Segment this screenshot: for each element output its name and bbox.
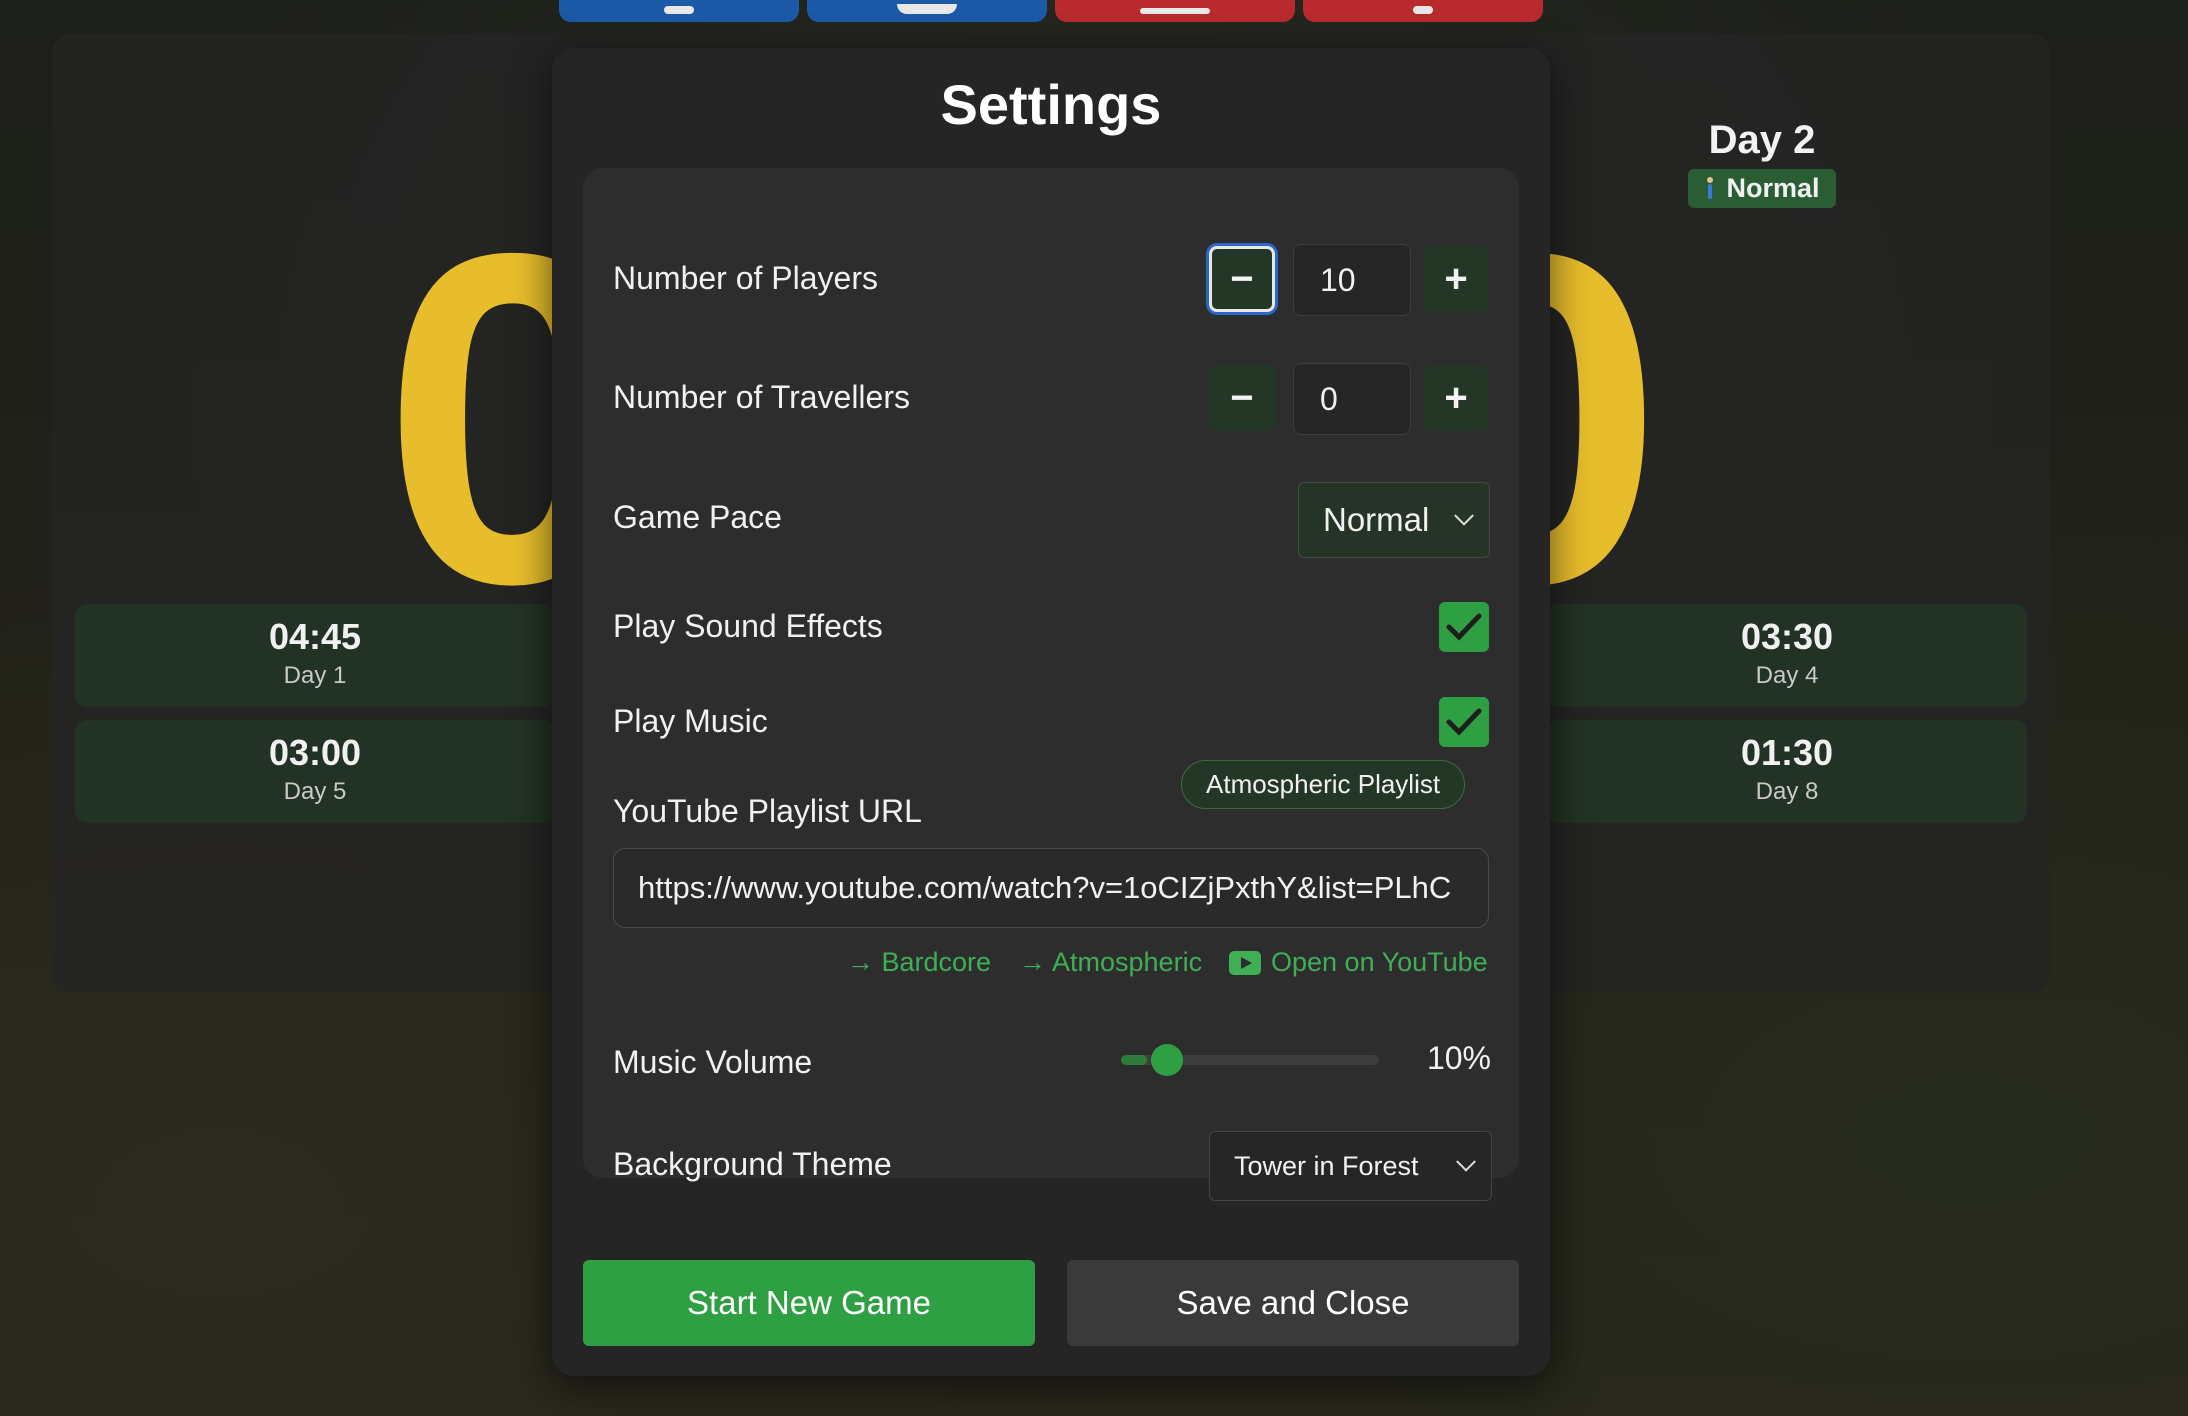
time-card[interactable]: 03:00 Day 5 bbox=[75, 720, 555, 823]
volume-label: Music Volume bbox=[613, 1044, 813, 1080]
travellers-label: Number of Travellers bbox=[613, 379, 910, 415]
players-label: Number of Players bbox=[613, 260, 878, 296]
time-card-time: 03:30 bbox=[1740, 616, 1834, 657]
music-label: Play Music bbox=[613, 703, 768, 739]
players-decrement-button[interactable]: − bbox=[1209, 246, 1275, 312]
day-indicator: Day 2 Normal bbox=[1677, 118, 1847, 208]
bardcore-link[interactable]: → Bardcore bbox=[847, 947, 991, 978]
time-card[interactable]: 01:30 Day 8 bbox=[1547, 720, 2027, 823]
walking-person-icon bbox=[1704, 176, 1716, 201]
modal-title: Settings bbox=[940, 73, 1162, 136]
theme-label: Background Theme bbox=[613, 1146, 892, 1182]
volume-slider[interactable] bbox=[1121, 1044, 1379, 1076]
playlist-tooltip: Atmospheric Playlist bbox=[1181, 760, 1466, 809]
players-value[interactable]: 10 bbox=[1293, 244, 1411, 316]
pace-badge-label: Normal bbox=[1726, 173, 1820, 203]
theme-select-value: Tower in Forest bbox=[1234, 1150, 1419, 1181]
start-new-game-button[interactable]: Start New Game bbox=[583, 1260, 1035, 1346]
team-tab-3[interactable] bbox=[1055, 0, 1295, 22]
time-card-day: Day 8 bbox=[1755, 778, 1819, 805]
team-tab-1[interactable] bbox=[559, 0, 799, 22]
playlist-label: YouTube Playlist URL bbox=[613, 793, 922, 829]
checkmark-icon bbox=[1446, 708, 1482, 736]
atmospheric-link[interactable]: → Atmospheric bbox=[1019, 947, 1202, 978]
music-checkbox[interactable] bbox=[1439, 697, 1489, 747]
open-youtube-label: Open on YouTube bbox=[1271, 947, 1488, 977]
time-card-time: 03:00 bbox=[268, 732, 362, 773]
time-card-day: Day 1 bbox=[283, 662, 347, 689]
time-card[interactable]: 03:30 Day 4 bbox=[1547, 604, 2027, 707]
settings-modal: Settings Number of Players − 10 + Number… bbox=[552, 48, 1550, 1376]
time-card[interactable]: 04:45 Day 1 bbox=[75, 604, 555, 707]
time-card-time: 01:30 bbox=[1740, 732, 1834, 773]
save-and-close-button[interactable]: Save and Close bbox=[1067, 1260, 1519, 1346]
time-card-time: 04:45 bbox=[268, 616, 362, 657]
sound-label: Play Sound Effects bbox=[613, 608, 883, 644]
pace-badge: Normal bbox=[1688, 169, 1836, 208]
volume-value: 10% bbox=[1426, 1040, 1491, 1076]
sound-checkbox[interactable] bbox=[1439, 602, 1489, 652]
pace-select[interactable]: Normal bbox=[1298, 482, 1490, 558]
travellers-value[interactable]: 0 bbox=[1293, 363, 1411, 435]
players-increment-button[interactable]: + bbox=[1423, 246, 1489, 312]
settings-card: Number of Players − 10 + Number of Trave… bbox=[583, 168, 1519, 1201]
checkmark-icon bbox=[1446, 613, 1482, 641]
volume-slider-fill bbox=[1121, 1055, 1147, 1065]
team-tab-2[interactable] bbox=[807, 0, 1047, 22]
pace-select-value: Normal bbox=[1323, 501, 1430, 538]
team-tab-4[interactable] bbox=[1303, 0, 1543, 22]
chevron-down-icon bbox=[1456, 1151, 1476, 1172]
playlist-url-input[interactable]: https://www.youtube.com/watch?v=1oCIZjPx… bbox=[613, 848, 1489, 928]
pace-label: Game Pace bbox=[613, 499, 782, 535]
travellers-increment-button[interactable]: + bbox=[1423, 365, 1489, 431]
time-card-day: Day 5 bbox=[283, 778, 347, 805]
theme-select[interactable]: Tower in Forest bbox=[1209, 1131, 1492, 1201]
travellers-decrement-button[interactable]: − bbox=[1209, 365, 1275, 431]
time-card-day: Day 4 bbox=[1755, 662, 1819, 689]
chevron-down-icon bbox=[1454, 505, 1474, 526]
youtube-icon bbox=[1229, 950, 1261, 975]
volume-slider-thumb[interactable] bbox=[1150, 1044, 1183, 1076]
day-title: Day 2 bbox=[1708, 118, 1816, 162]
open-youtube-link[interactable]: Open on YouTube bbox=[1229, 947, 1488, 978]
